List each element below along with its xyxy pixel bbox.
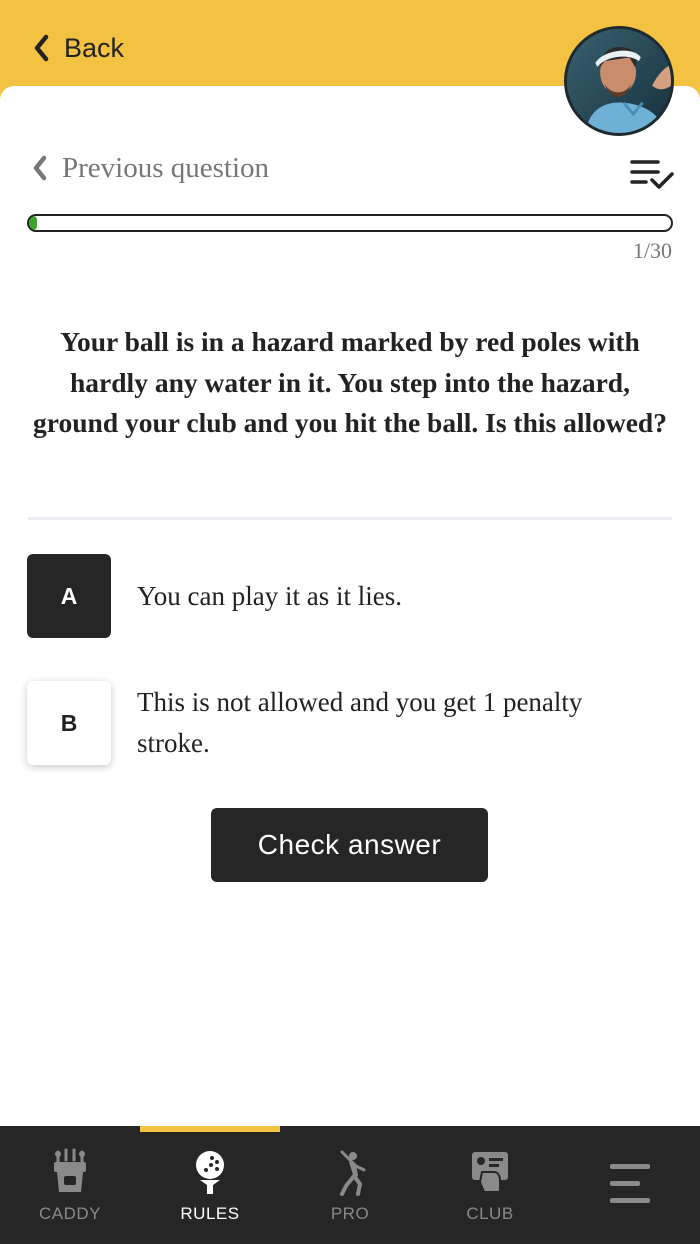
chevron-left-icon — [34, 34, 49, 62]
option-key-b[interactable]: B — [27, 681, 111, 765]
nav-item-menu[interactable] — [560, 1126, 700, 1244]
previous-question-link[interactable]: Previous question — [32, 150, 269, 186]
progress-bar — [27, 214, 673, 232]
nav-item-rules[interactable]: RULES — [140, 1126, 280, 1244]
golf-bag-icon — [54, 1148, 86, 1192]
active-tab-indicator — [140, 1126, 280, 1132]
chevron-left-icon — [33, 155, 47, 181]
previous-question-label: Previous question — [62, 151, 270, 184]
back-button[interactable]: Back — [32, 28, 124, 68]
nav-label-caddy: CADDY — [38, 1204, 101, 1223]
app-root: Back Previous question 1/30 Your ball is… — [0, 0, 700, 1244]
progress-fill — [29, 216, 37, 230]
question-list-icon[interactable] — [630, 158, 674, 192]
pro-golfer-photo — [567, 29, 671, 133]
nav-label-rules: RULES — [180, 1204, 240, 1223]
option-text-a: You can play it as it lies. — [137, 580, 402, 611]
answer-option-a[interactable]: A You can play it as it lies. — [27, 554, 673, 638]
club-card-icon — [472, 1152, 508, 1193]
hamburger-menu-icon — [610, 1164, 650, 1203]
option-key-a[interactable]: A — [27, 554, 111, 638]
bottom-nav: CADDY RULES PRO CLUB — [0, 1126, 700, 1244]
nav-item-pro[interactable]: PRO — [280, 1126, 420, 1244]
nav-item-club[interactable]: CLUB — [420, 1126, 560, 1244]
avatar[interactable] — [564, 26, 674, 136]
divider — [28, 517, 672, 520]
golfer-swing-icon — [340, 1150, 366, 1196]
nav-item-caddy[interactable]: CADDY — [0, 1126, 140, 1244]
option-text-b: This is not allowed and you get 1 penalt… — [137, 687, 583, 758]
nav-label-club: CLUB — [466, 1204, 514, 1223]
check-answer-button[interactable]: Check answer — [211, 808, 488, 882]
question-text: Your ball is in a hazard marked by red p… — [33, 326, 667, 438]
nav-label-pro: PRO — [330, 1204, 370, 1223]
progress-count: 1/30 — [632, 238, 672, 263]
golf-ball-tee-icon — [196, 1151, 224, 1194]
answer-option-b[interactable]: B This is not allowed and you get 1 pena… — [27, 681, 673, 765]
back-label: Back — [64, 32, 125, 63]
